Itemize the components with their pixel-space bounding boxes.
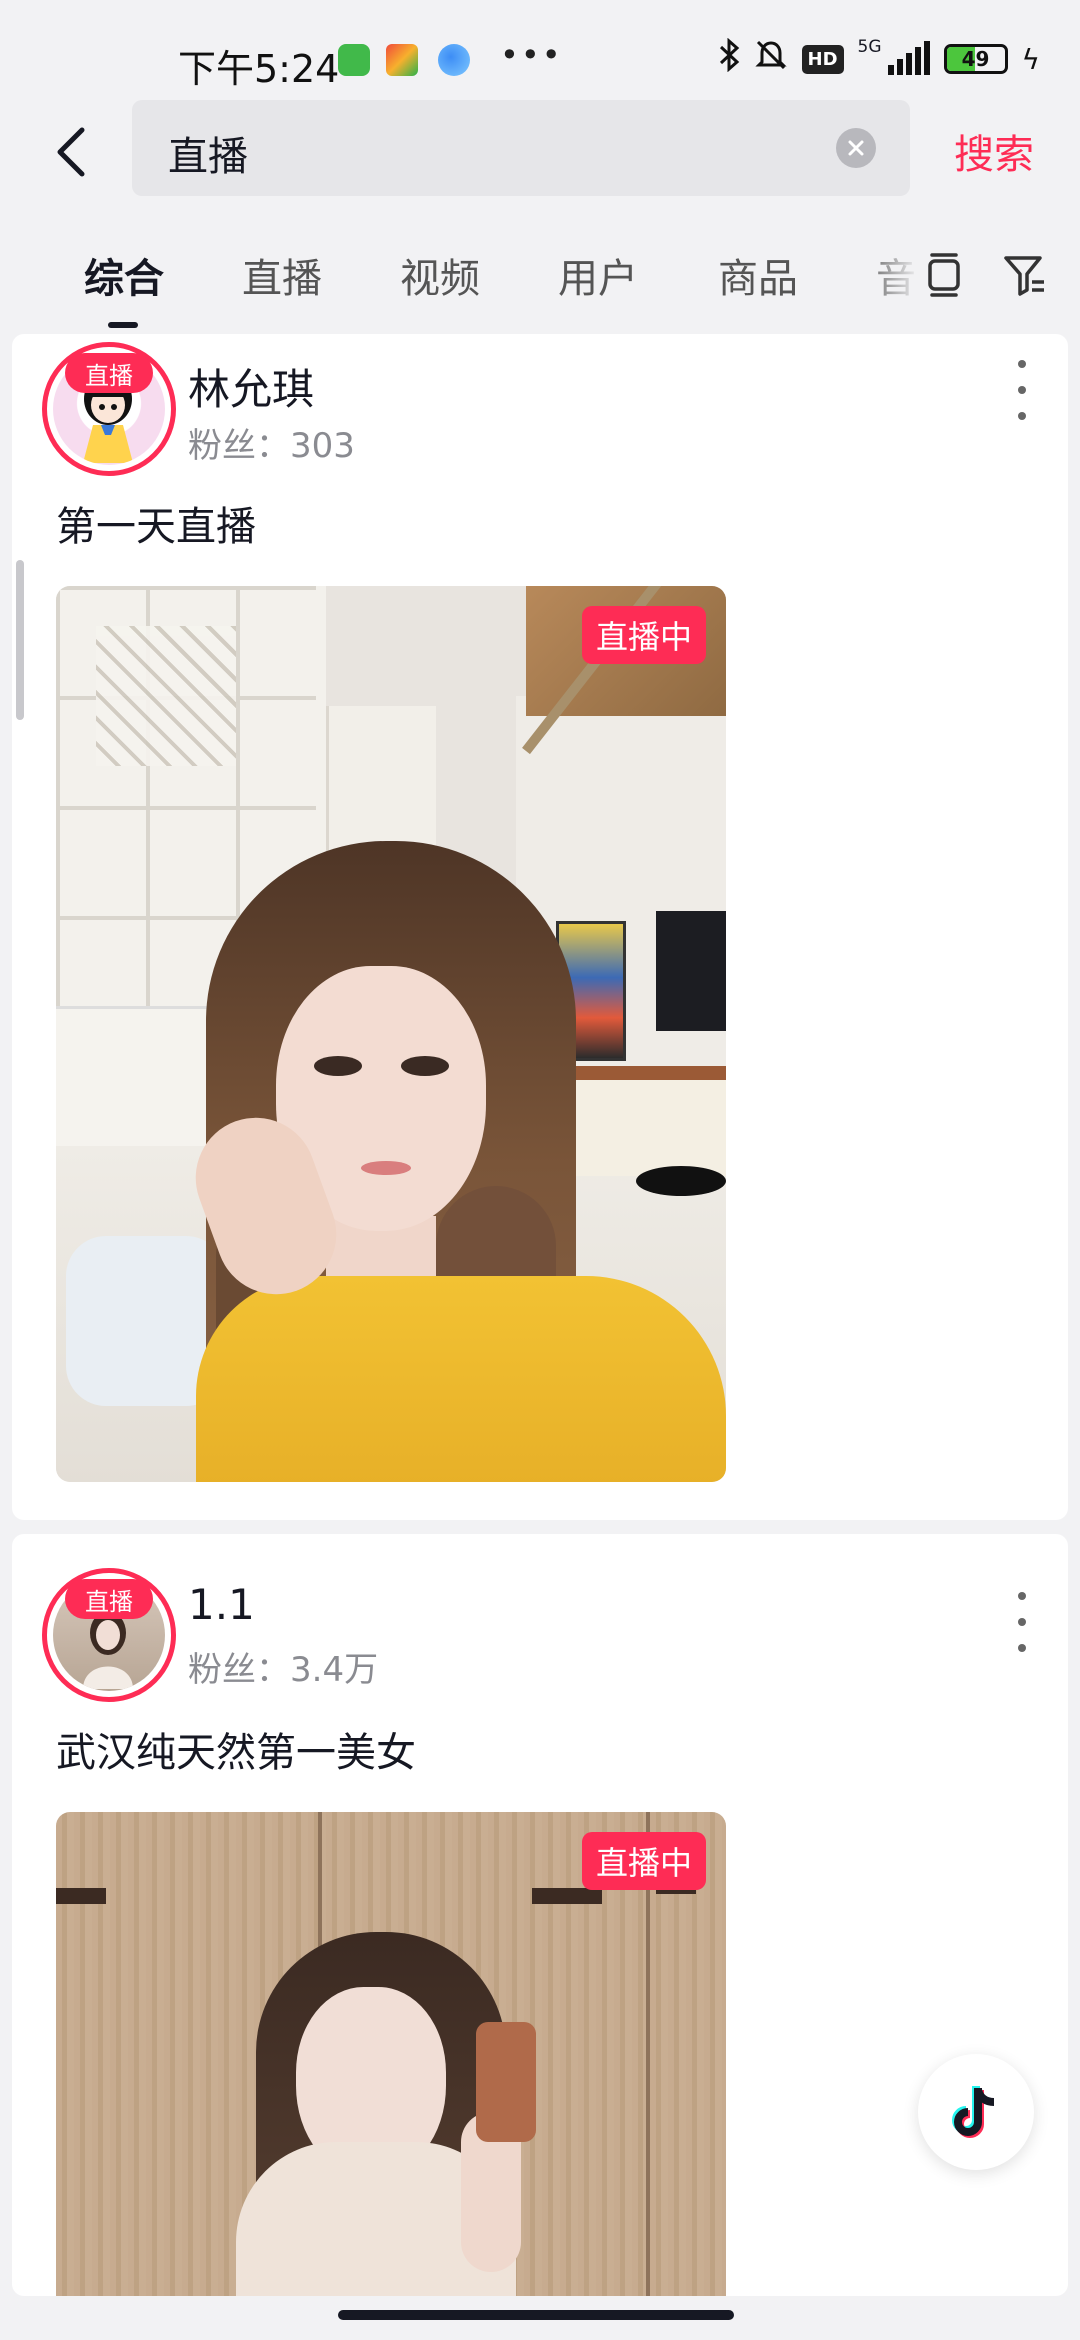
live-stream-image <box>56 586 726 1482</box>
avatar-live-tag: 直播 <box>65 1579 153 1619</box>
bluetooth-icon <box>718 37 740 80</box>
douyin-logo-icon[interactable] <box>918 2054 1034 2170</box>
search-button[interactable]: 搜索 <box>954 122 1034 180</box>
live-thumbnail[interactable]: 直播中 <box>56 1812 726 2296</box>
wechat-notification-icon <box>338 44 370 76</box>
avatar[interactable]: 直播 <box>42 1568 176 1702</box>
home-indicator[interactable] <box>338 2310 734 2320</box>
hd-badge: HD <box>801 44 844 74</box>
tab-overall[interactable]: 综合 <box>84 246 164 304</box>
tab-products[interactable]: 商品 <box>718 246 798 304</box>
status-bar: 下午5:24 ••• HD 5G 49 ϟ <box>0 0 1080 96</box>
live-result-card[interactable]: 直播 1.1 粉丝：3.4万 武汉纯天然第一美女 直播中 <box>12 1534 1068 2296</box>
scroll-indicator <box>16 560 24 720</box>
tab-users[interactable]: 用户 <box>558 246 638 304</box>
live-description: 武汉纯天然第一美女 <box>56 1730 416 1776</box>
status-time: 下午5:24 <box>178 47 340 91</box>
tab-live[interactable]: 直播 <box>242 246 322 304</box>
more-icon[interactable] <box>1012 1592 1032 1652</box>
avatar-live-tag: 直播 <box>65 353 153 393</box>
back-arrow-icon[interactable] <box>42 116 102 188</box>
user-name[interactable]: 林允琪 <box>188 356 314 417</box>
clear-icon[interactable] <box>836 128 876 168</box>
network-type: 5G <box>857 37 882 57</box>
battery-icon: 49 <box>943 44 1008 74</box>
live-now-badge: 直播中 <box>581 1832 706 1890</box>
fans-count: 粉丝：3.4万 <box>188 1650 379 1690</box>
charging-icon: ϟ <box>1021 42 1040 76</box>
mute-bell-icon <box>754 38 788 80</box>
avatar[interactable]: 直播 <box>42 342 176 476</box>
live-thumbnail[interactable]: 直播中 <box>56 586 726 1482</box>
search-header: 直播 搜索 <box>0 96 1080 208</box>
tab-fade <box>860 226 920 326</box>
fans-count: 粉丝：303 <box>188 426 355 466</box>
filter-icon[interactable] <box>1002 252 1046 302</box>
user-name[interactable]: 1.1 <box>188 1580 255 1629</box>
app-notification-icon <box>438 44 470 76</box>
live-now-badge: 直播中 <box>581 606 706 664</box>
battery-level: 49 <box>961 47 990 71</box>
active-tab-indicator <box>108 322 138 328</box>
tab-video[interactable]: 视频 <box>400 246 480 304</box>
search-input[interactable]: 直播 <box>132 100 910 196</box>
result-tabs: 综合 直播 视频 用户 商品 音 <box>0 226 1080 334</box>
layout-icon[interactable] <box>924 252 964 302</box>
live-description: 第一天直播 <box>56 504 256 550</box>
signal-icon <box>887 41 930 75</box>
live-result-card[interactable]: 直播 林允琪 粉丝：303 第一天直播 直播中 <box>12 334 1068 1520</box>
app-58-notification-icon <box>386 44 418 76</box>
more-notifications-icon: ••• <box>500 36 563 74</box>
search-query: 直播 <box>168 134 248 180</box>
more-icon[interactable] <box>1012 360 1032 420</box>
